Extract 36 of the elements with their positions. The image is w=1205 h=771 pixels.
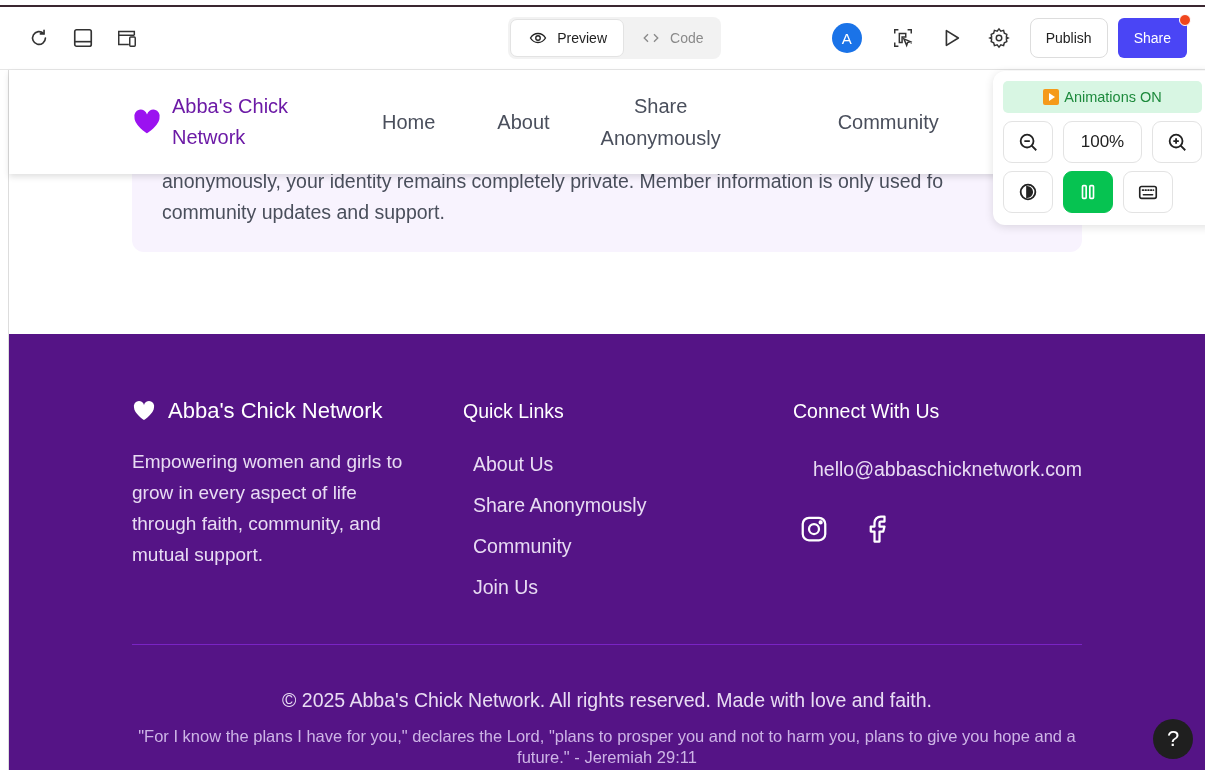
preview-tab[interactable]: Preview: [510, 19, 624, 57]
email-link[interactable]: hello@abbaschicknetwork.com: [813, 458, 1083, 481]
nav-link[interactable]: About: [497, 106, 550, 138]
contrast-icon: [1017, 181, 1039, 203]
copyright-text: © 2025 Abba's Chick Network. All rights reserved. Made with love and faith.: [281, 689, 933, 712]
panel-icon[interactable]: [72, 27, 94, 49]
privacy-text: anonymously, your identity remains completely private. Member information is only used fo community updates and support.: [162, 169, 944, 225]
animations-label: Animations ON: [1064, 89, 1162, 105]
bible-verse: "For I know the plans I have for you," declares the Lord, "plans to prosper you and not to harm you, plans to give you hope and a future." - Jeremiah 29:11: [137, 726, 1077, 768]
instagram-icon[interactable]: [799, 514, 829, 544]
site-logo-link[interactable]: Abba's Chick Network: [172, 91, 302, 153]
contrast-button[interactable]: [1003, 171, 1053, 213]
footer-description: Empowering women and girls to grow in every aspect of life through faith, community, and mutual support.: [132, 450, 404, 567]
zoom-out-icon: [1017, 131, 1039, 153]
footer-link[interactable]: Join Us: [473, 575, 539, 599]
zoom-out-button[interactable]: [1003, 121, 1053, 163]
user-avatar[interactable]: A: [831, 23, 862, 53]
nav-link[interactable]: Home: [382, 106, 436, 138]
zoom-in-icon: [1166, 131, 1188, 153]
nav-link[interactable]: Share Anonymously: [595, 90, 726, 154]
play-icon: [1043, 89, 1060, 105]
connect-heading: Connect With Us: [793, 399, 940, 424]
zoom-in-button[interactable]: [1152, 121, 1202, 163]
quick-links-heading: Quick Links: [463, 399, 564, 424]
footer-link[interactable]: Share Anonymously: [473, 493, 647, 517]
footer-link[interactable]: About Us: [473, 452, 554, 476]
keyboard-button[interactable]: [1123, 171, 1173, 213]
zoom-level-button[interactable]: 100%: [1063, 121, 1142, 163]
settings-icon[interactable]: [987, 27, 1010, 49]
share-button[interactable]: Share: [1117, 18, 1187, 58]
select-icon[interactable]: [891, 27, 914, 49]
publish-button[interactable]: Publish: [1029, 18, 1108, 58]
nav-link[interactable]: Community: [837, 106, 939, 138]
footer-link[interactable]: Community: [473, 534, 572, 558]
footer-brand: Abba's Chick Network: [168, 397, 383, 425]
heart-icon: [132, 399, 156, 423]
